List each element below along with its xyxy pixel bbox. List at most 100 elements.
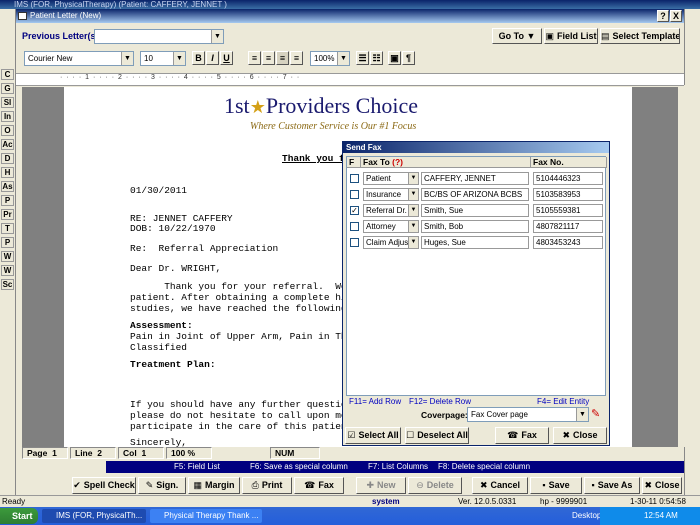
italic-button[interactable]: I [206, 51, 219, 65]
select-all-button[interactable]: ☑ Select All [345, 427, 401, 444]
fax-row-checkbox[interactable] [350, 222, 359, 231]
sidebar-item[interactable]: Pr [1, 209, 14, 220]
fax-row-name[interactable]: BC/BS OF ARIZONA BCBS [421, 188, 529, 201]
delete-button[interactable]: ⊖ Delete [408, 477, 462, 494]
chevron-down-icon: ▼ [408, 173, 418, 184]
sidebar-item[interactable]: P [1, 195, 14, 206]
fax-row-number[interactable]: 5103583953 [533, 188, 603, 201]
printer-icon: ⎙ [251, 480, 259, 490]
fax-row-type-select[interactable]: Referral Dr. ▼ [363, 204, 419, 217]
align-center-icon[interactable]: ≡ [262, 51, 275, 65]
font-select[interactable]: Courier New ▼ [24, 51, 134, 66]
fax-row-type-select[interactable]: Insurance ▼ [363, 188, 419, 201]
fax-close-button[interactable]: ✖ Close [553, 427, 607, 444]
new-button[interactable]: ✚ New [356, 477, 406, 494]
fax-row-number[interactable]: 5105559381 [533, 204, 603, 217]
fax-row-number[interactable]: 4803453243 [533, 236, 603, 249]
desktop-toolbar[interactable]: Desktop [572, 511, 601, 520]
sidebar-item[interactable]: W [1, 265, 14, 276]
delete-label: Delete [426, 480, 454, 490]
fax-row-name[interactable]: CAFFERY, JENNET [421, 172, 529, 185]
fax-row-checkbox[interactable]: ✓ [350, 206, 359, 215]
app-title: IMS (FOR, PhysicalTherapy) (Patient: CAF… [14, 0, 227, 9]
sidebar-item[interactable]: T [1, 223, 14, 234]
zoom-select[interactable]: 100% ▼ [310, 51, 350, 66]
print-button[interactable]: ⎙ Print [242, 477, 292, 494]
cancel-button[interactable]: ✖ Cancel [472, 477, 528, 494]
bold-button[interactable]: B [192, 51, 205, 65]
fax-button[interactable]: ☎ Fax [294, 477, 344, 494]
fax-row-name[interactable]: Smith, Bob [421, 220, 529, 233]
fax-row-name[interactable]: Smith, Sue [421, 204, 529, 217]
cancel-icon: ✖ [479, 480, 488, 490]
spell-check-label: Spell Check [83, 480, 135, 490]
fax-row-number[interactable]: 4807821117 [533, 220, 603, 233]
sidebar-item[interactable]: O [1, 125, 14, 136]
sidebar-item[interactable]: D [1, 153, 14, 164]
send-fax-button[interactable]: ☎ Fax [495, 427, 549, 444]
sidebar-item[interactable]: As [1, 181, 14, 192]
fax-row-type: Referral Dr. [366, 206, 407, 215]
task-ims[interactable]: IMS (FOR, PhysicalTh... [42, 509, 146, 523]
close-window-button[interactable]: X [670, 10, 682, 22]
fax-row-type-select[interactable]: Claim Adjuster ▼ [363, 236, 419, 249]
goto-button[interactable]: Go To ▼ [492, 28, 542, 44]
window-icon [18, 12, 27, 20]
field-list-button[interactable]: ▣ Field List [544, 28, 598, 44]
pilcrow-button[interactable]: ¶ [402, 51, 415, 65]
fax-row-name[interactable]: Huges, Sue [421, 236, 529, 249]
underline-button[interactable]: U [220, 51, 233, 65]
previous-letters-select[interactable]: ▼ [94, 29, 224, 44]
save-as-button[interactable]: ▪ Save As [584, 477, 640, 494]
fax-row-type-select[interactable]: Attorney ▼ [363, 220, 419, 233]
sidebar-item[interactable]: H [1, 167, 14, 178]
font-size-select[interactable]: 10 ▼ [140, 51, 186, 66]
sidebar-item[interactable]: C [1, 69, 14, 80]
sidebar-item[interactable]: In [1, 111, 14, 122]
font-size-value: 10 [144, 54, 153, 63]
hint-f4: F4= Edit Entity [537, 397, 590, 406]
fax-row-type-select[interactable]: Patient ▼ [363, 172, 419, 185]
save-button[interactable]: ▪ Save [530, 477, 582, 494]
edit-coverpage-icon[interactable]: ✎ [591, 407, 600, 420]
sidebar-item[interactable]: Sc [1, 279, 14, 290]
chevron-down-icon: ▼ [408, 189, 418, 200]
sidebar-item[interactable]: Ac [1, 139, 14, 150]
sidebar-item[interactable]: Sl [1, 97, 14, 108]
spell-check-button[interactable]: ✔ Spell Check [72, 477, 136, 494]
fax-row-checkbox[interactable] [350, 174, 359, 183]
margin-button[interactable]: ▦ Margin [188, 477, 240, 494]
document-scrollbar[interactable] [684, 85, 700, 447]
sidebar-item[interactable]: P [1, 237, 14, 248]
hint-f11: F11= Add Row [349, 397, 402, 406]
coverpage-select[interactable]: Fax Cover page ▼ [467, 407, 589, 422]
closing-line-2: please do not hesitate to call upon me [130, 410, 347, 421]
fax-row-checkbox[interactable] [350, 190, 359, 199]
chevron-down-icon: ▼ [211, 30, 223, 43]
align-left-icon[interactable]: ≡ [248, 51, 261, 65]
template-icon: ▤ [601, 31, 610, 41]
sign-button[interactable]: ✎ Sign. [138, 477, 186, 494]
sidebar-item[interactable]: G [1, 83, 14, 94]
fax-row-checkbox[interactable] [350, 238, 359, 247]
align-right-icon[interactable]: ≡ [276, 51, 289, 65]
start-button[interactable]: Start [0, 508, 38, 524]
letter-body-1: Thank you for your referral. We [130, 281, 347, 292]
bullets-icon[interactable]: ☰ [356, 51, 369, 65]
sidebar-item[interactable]: W [1, 251, 14, 262]
treatment-label: Treatment Plan: [130, 359, 216, 370]
help-button[interactable]: ? [657, 10, 669, 22]
deselect-all-button[interactable]: ☐ Deselect All [405, 427, 469, 444]
justify-icon[interactable]: ≡ [290, 51, 303, 65]
task-physical-therapy[interactable]: Physical Therapy Thank ... [150, 509, 262, 523]
zoom-value: 100% [314, 54, 335, 63]
editor-status-bar: Page 1 Line 2 Col 1 100 % NUM [22, 447, 436, 459]
fax-row-number[interactable]: 5104446323 [533, 172, 603, 185]
new-label: New [377, 480, 396, 490]
border-icon[interactable]: ▣ [388, 51, 401, 65]
close-button[interactable]: ✖ Close [642, 477, 682, 494]
select-template-button[interactable]: ▤ Select Template [600, 28, 680, 44]
col-indicator: Col 1 [118, 447, 164, 459]
letter-date: 01/30/2011 [130, 185, 188, 196]
numbering-icon[interactable]: ☷ [370, 51, 383, 65]
